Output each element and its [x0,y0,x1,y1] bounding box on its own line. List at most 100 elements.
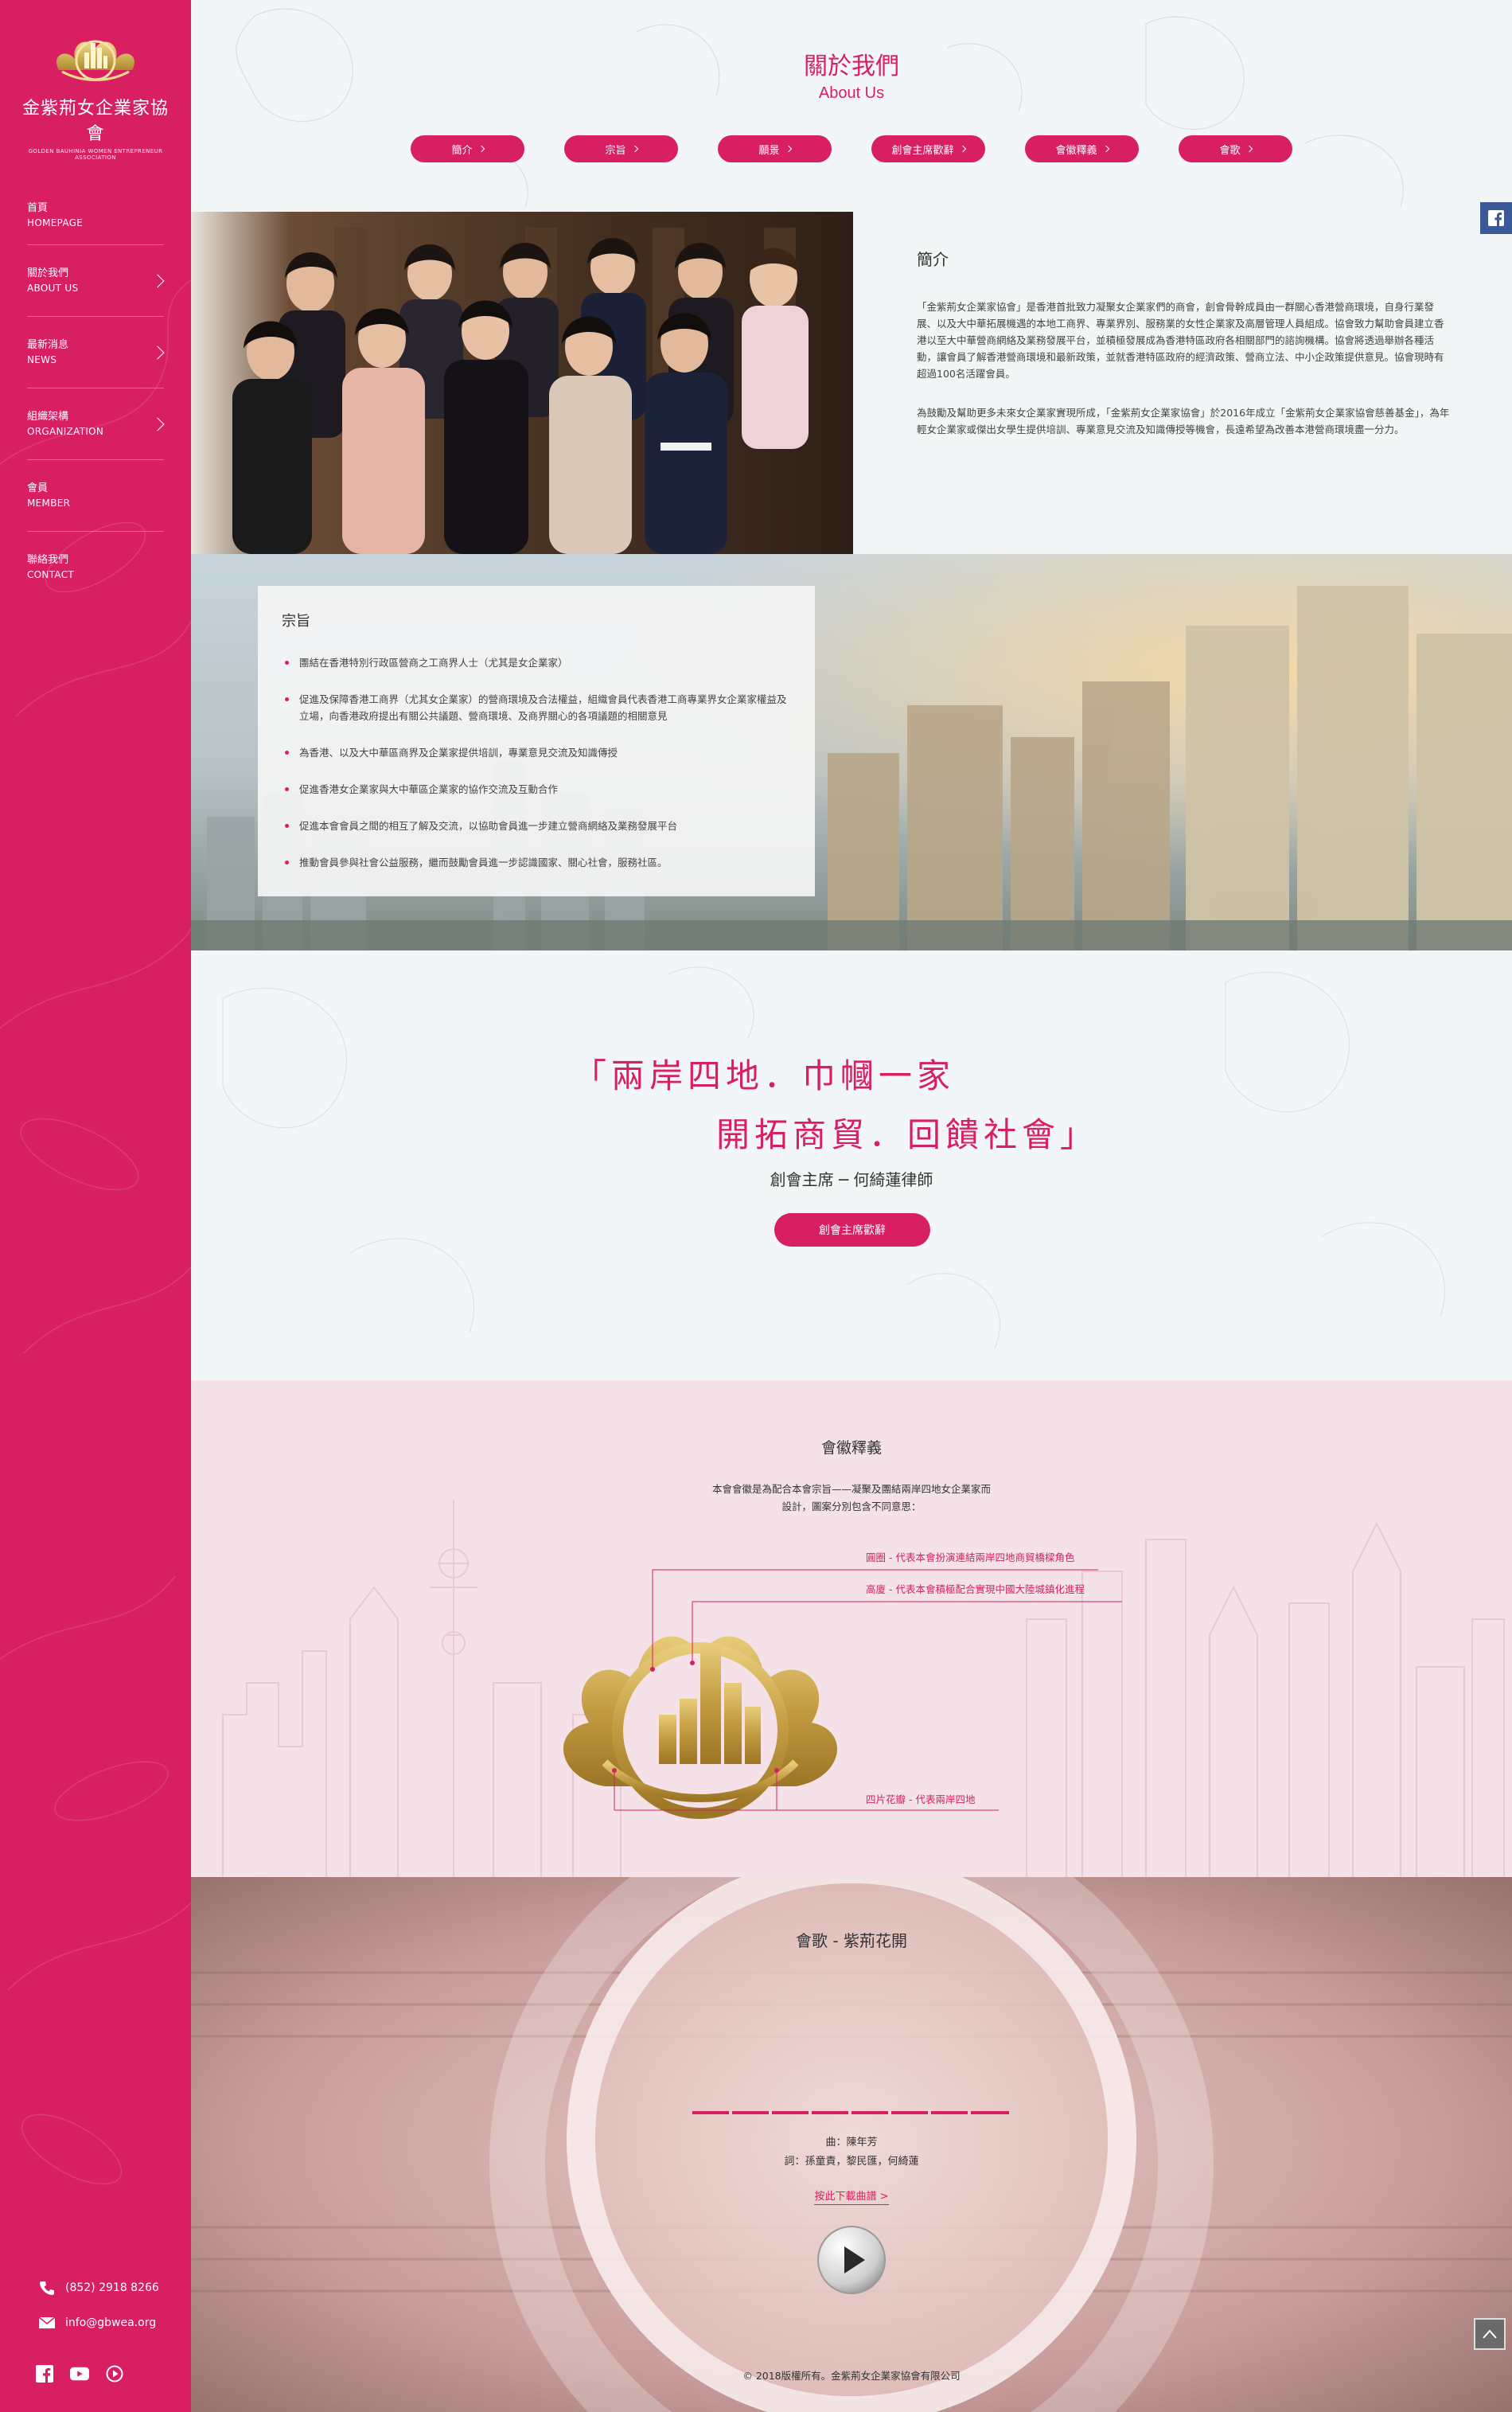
nav-label-en: ABOUT US [27,282,79,294]
email-address: info@gbwea.org [65,2316,157,2329]
nav-label-cn: 聯絡我們 [27,554,69,566]
nav-label-en: ORGANIZATION [27,425,104,437]
phone-number: (852) 2918 8266 [65,2281,159,2294]
emblem-diagram [563,1569,1122,1819]
page-header: 關於我們 About Us 簡介 宗旨 願景 創會主席歡辭 會徽釋義 會歌 [191,0,1512,212]
motto-line-1: 「兩岸四地．巾幗一家 [573,1056,956,1095]
mission-section: 宗旨 團結在香港特別行政區營商之工商界人士（尤其是女企業家） 促進及保障香港工商… [191,554,1512,950]
list-item: 推動會員參與社會公益服務，繼而鼓勵會員進一步認識國家、關心社會，服務社區。 [282,854,791,871]
leaf-pattern [236,8,1404,208]
page-title-en: About Us [818,84,885,102]
motto-line-2: 開拓商貿．回饋社會」 [716,1115,1099,1154]
tab-label: 願景 [758,144,780,157]
chevron-up-icon [1483,2329,1497,2339]
main-nav: 首頁 HOMEPAGE 關於我們 ABOUT US 最新消息 NEWS 組織架構… [27,186,165,603]
facebook-icon [1488,210,1504,226]
logo-emblem-icon [57,40,134,81]
tab-mission[interactable]: 宗旨 [564,135,678,162]
chevron-right-icon [959,145,966,153]
nav-label-en: HOMEPAGE [27,217,84,228]
logo-name-cn: 金紫荊女企業家協會 [21,99,169,144]
leaf-pattern [222,966,1445,1349]
tab-anthem[interactable]: 會歌 [1179,135,1292,162]
nav-label-en: NEWS [27,353,57,365]
anthem-lyricist: 詞：孫童責，黎民匯，何綺蓮 [784,2156,919,2168]
download-score-label: 按此下載曲譜 > [814,2191,889,2205]
logo-name-en: GOLDEN BAUHINIA WOMEN ENTREPRENEUR ASSOC… [28,148,163,161]
anthem-heading: 會歌 - 紫荊花開 [796,1931,907,1950]
facebook-float-button[interactable] [1480,202,1512,234]
logo[interactable]: 金紫荊女企業家協會 GOLDEN BAUHINIA WOMEN ENTREPRE… [16,24,175,161]
main-content: 關於我們 About Us 簡介 宗旨 願景 創會主席歡辭 會徽釋義 會歌 簡介… [191,0,1512,2412]
email-row[interactable]: info@gbwea.org [38,2305,159,2340]
back-to-top-button[interactable] [1474,2318,1506,2350]
play-button[interactable] [816,2224,887,2296]
nav-item-about-us[interactable]: 關於我們 ABOUT US [27,245,165,317]
tab-chairman-speech[interactable]: 創會主席歡辭 [871,135,985,162]
anthem-section: 會歌 - 紫荊花開 曲：陳年芳 詞：孫童責，黎民匯，何綺蓮 按此下載曲譜 > ©… [191,1877,1512,2412]
tab-label: 簡介 [451,144,473,157]
chevron-right-icon [1245,145,1253,153]
nav-label-cn: 關於我們 [27,267,69,279]
download-score-link[interactable]: 按此下載曲譜 > [191,2188,1512,2205]
motto-attribution: 創會主席 ─ 何綺蓮律師 [770,1170,933,1189]
chairman-speech-button[interactable]: 創會主席歡辭 [774,1213,930,1247]
emblem-section: 會徽釋義 本會會徽是為配合本會宗旨——凝聚及團結兩岸四地女企業家而 設計，圖案分… [191,1380,1512,1877]
nav-item-news[interactable]: 最新消息 NEWS [27,317,165,388]
group-photo-image [191,212,853,554]
motto-section: 「兩岸四地．巾幗一家 開拓商貿．回饋社會」 創會主席 ─ 何綺蓮律師 創會主席歡… [191,950,1512,1380]
mission-list: 團結在香港特別行政區營商之工商界人士（尤其是女企業家） 促進及保障香港工商界（尤… [282,654,791,871]
emblem-label-petals: 四片花瓣 - 代表兩岸四地 [866,1793,976,1805]
list-item: 促進香港女企業家與大中華區企業家的協作交流及互動合作 [282,781,791,798]
intro-paragraph-2: 為鼓勵及幫助更多未來女企業家實現所成，「金紫荊女企業家協會」於2016年成立「金… [917,407,1450,435]
sidebar-contact: (852) 2918 8266 info@gbwea.org [38,2270,159,2340]
page-title-cn: 關於我們 [804,53,899,80]
chevron-right-icon [785,145,792,153]
nav-item-contact[interactable]: 聯絡我們 CONTACT [27,532,164,603]
copyright-text: © 2018版權所有。金紫荊女企業家協會有限公司 [742,2370,961,2382]
chevron-right-icon [631,145,638,153]
emblem-label-circle: 圓圈 - 代表本會扮演連結兩岸四地商貿橋樑角色 [866,1551,1075,1563]
intro-section: 簡介 「金紫荊女企業家協會」是香港首批致力凝聚女企業家們的商會，創會骨幹成員由一… [191,212,1512,554]
tab-emblem[interactable]: 會徽釋義 [1025,135,1139,162]
anthem-composer: 曲：陳年芳 [825,2137,878,2149]
nav-item-member[interactable]: 會員 MEMBER [27,460,164,532]
facebook-icon[interactable] [35,2364,54,2383]
youtube-icon[interactable] [70,2364,89,2383]
nav-label-cn: 會員 [27,482,49,494]
tab-vision[interactable]: 願景 [718,135,832,162]
play-icon [817,2226,886,2294]
nav-label-en: MEMBER [27,497,71,509]
emblem-label-building: 高廈 - 代表本會積極配合實現中國大陸城鎮化進程 [866,1583,1085,1595]
list-item: 為香港、以及大中華區商界及企業家提供培訓，專業意見交流及知識傳授 [282,744,791,761]
chevron-right-icon [1102,145,1109,153]
mission-heading: 宗旨 [282,613,310,630]
chevron-right-icon [477,145,485,153]
intro-heading: 簡介 [917,250,949,269]
nav-item-homepage[interactable]: 首頁 HOMEPAGE [27,186,164,245]
tab-label: 會徽釋義 [1055,144,1097,157]
mission-card: 宗旨 團結在香港特別行政區營商之工商界人士（尤其是女企業家） 促進及保障香港工商… [258,586,815,896]
social-links [35,2364,124,2383]
tab-label: 會歌 [1219,144,1241,157]
play-circle-icon[interactable] [105,2364,124,2383]
group-photo [191,212,853,554]
phone-icon [38,2279,56,2297]
tab-intro[interactable]: 簡介 [411,135,524,162]
tab-label: 宗旨 [605,144,626,157]
section-tabs: 簡介 宗旨 願景 創會主席歡辭 會徽釋義 會歌 [411,135,1292,162]
phone-row[interactable]: (852) 2918 8266 [38,2270,159,2305]
intro-text: 簡介 「金紫荊女企業家協會」是香港首批致力凝聚女企業家們的商會，創會骨幹成員由一… [917,247,1450,460]
nav-item-organization[interactable]: 組織架構 ORGANIZATION [27,388,165,460]
nav-label-cn: 首頁 [27,201,49,214]
mail-icon [38,2314,56,2332]
list-item: 促進及保障香港工商界（尤其女企業家）的營商環境及合法權益，組織會員代表香港工商專… [282,691,791,724]
nav-label-en: CONTACT [27,569,75,580]
nav-label-cn: 最新消息 [27,338,69,351]
list-item: 團結在香港特別行政區營商之工商界人士（尤其是女企業家） [282,654,791,671]
nav-label-cn: 組織架構 [27,410,69,423]
list-item: 促進本會會員之間的相互了解及交流，以協助會員進一步建立營商網絡及業務發展平台 [282,818,791,834]
intro-paragraph-1: 「金紫荊女企業家協會」是香港首批致力凝聚女企業家們的商會，創會骨幹成員由一群關心… [917,301,1444,380]
tab-label: 創會主席歡辭 [891,144,954,157]
sidebar: 金紫荊女企業家協會 GOLDEN BAUHINIA WOMEN ENTREPRE… [0,0,191,2412]
